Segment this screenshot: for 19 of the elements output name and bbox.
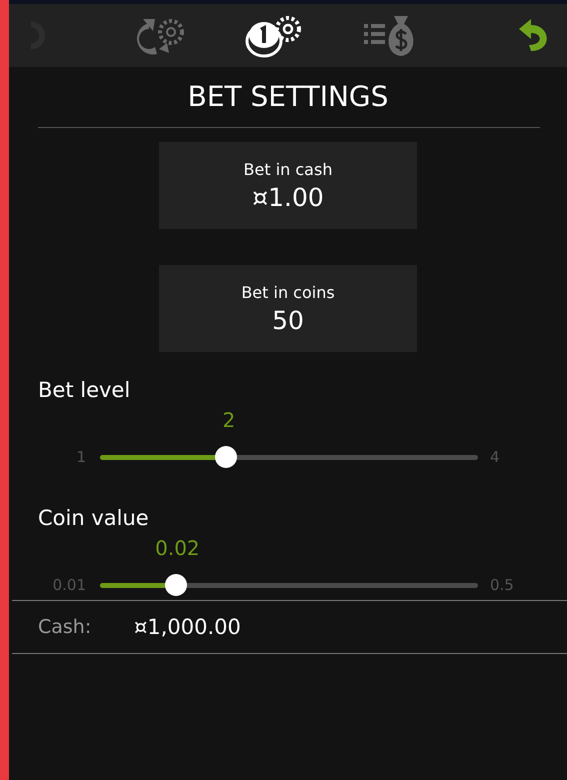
- slider[interactable]: [100, 574, 478, 596]
- display-value: 50: [272, 306, 304, 334]
- slider-min: 0.01: [52, 576, 86, 594]
- panel-title: BET SETTINGS: [186, 79, 390, 115]
- cash-value: ¤1,000.00: [134, 615, 241, 639]
- slider-value: 0.02: [155, 536, 200, 560]
- slider-thumb[interactable]: [164, 574, 187, 596]
- slider[interactable]: [100, 446, 478, 468]
- slider-thumb[interactable]: [214, 446, 237, 468]
- display-label: Bet in coins: [241, 282, 335, 302]
- slider-max: 4: [490, 448, 501, 466]
- display-label: Bet in cash: [244, 160, 332, 178]
- slider-label: Coin value: [38, 506, 149, 530]
- display-value: ¤1.00: [252, 182, 324, 212]
- slider-label: Bet level: [38, 378, 130, 402]
- slider-min: 1: [75, 448, 86, 466]
- cash-label: Cash:: [38, 616, 92, 638]
- slider-value: 2: [222, 408, 236, 432]
- slider-max: 0.5: [490, 576, 515, 594]
